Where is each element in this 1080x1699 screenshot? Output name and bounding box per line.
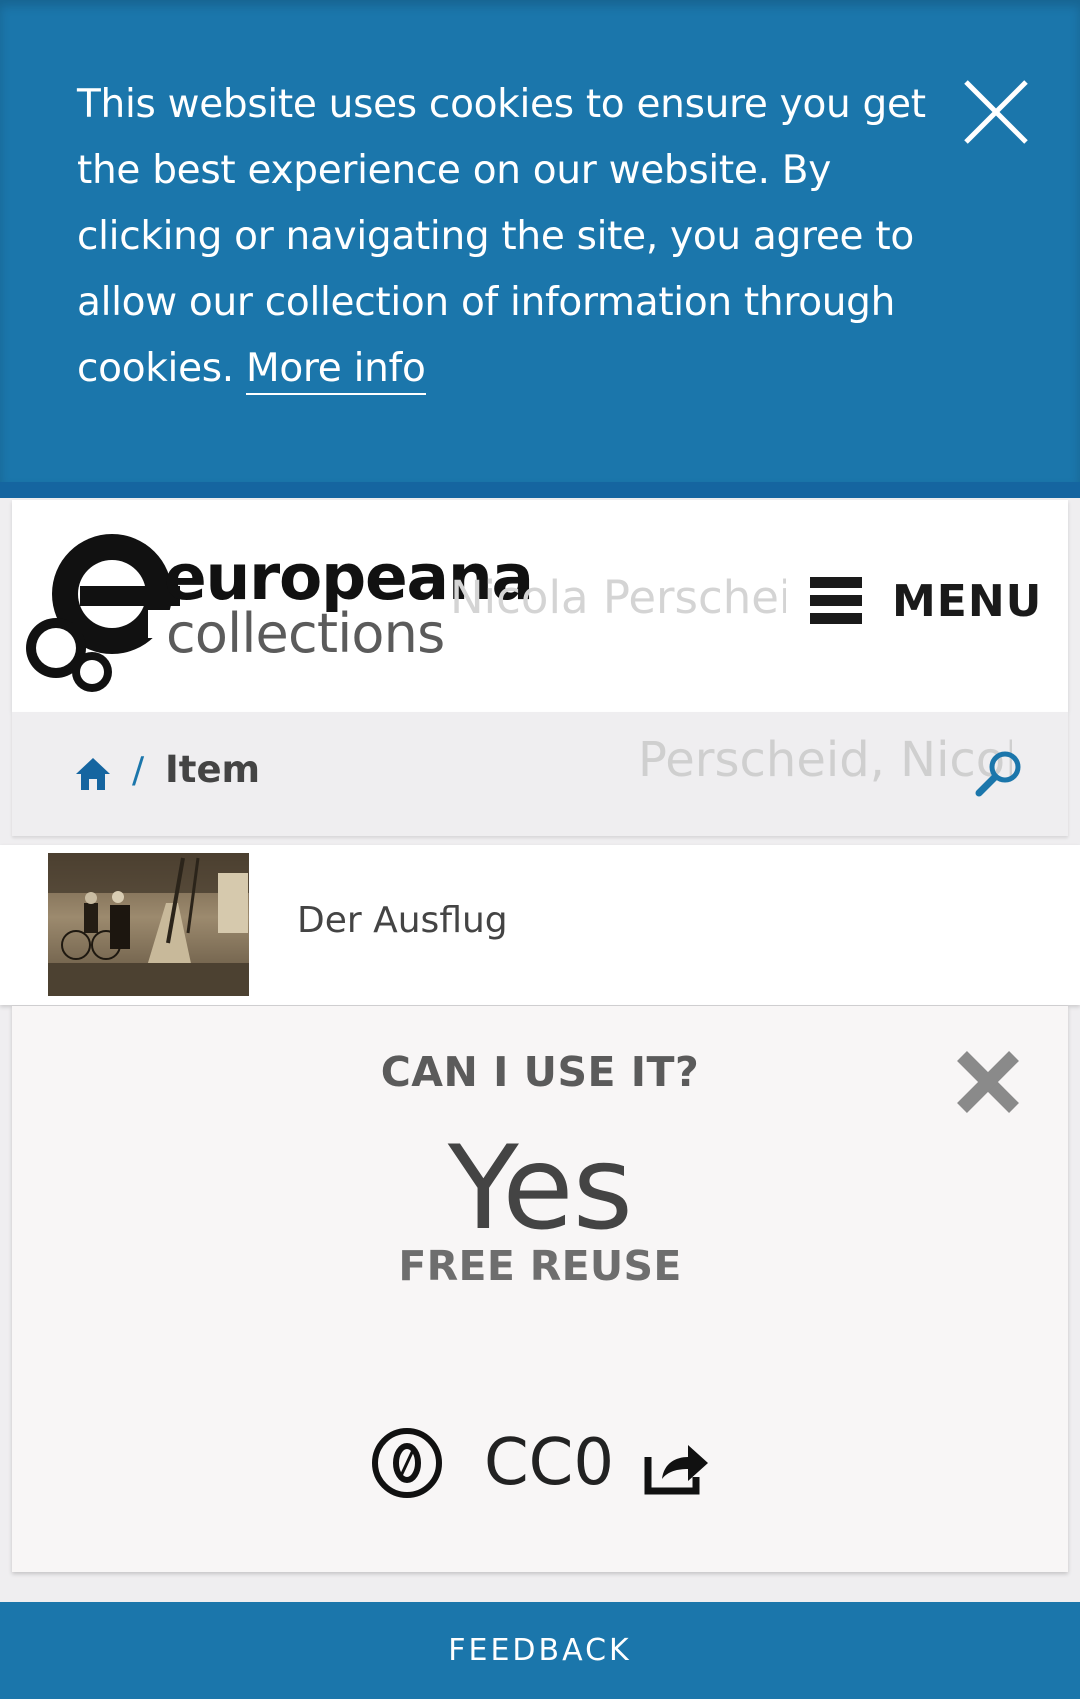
item-bar: Der Ausflug — [0, 845, 1080, 1005]
license-label[interactable]: CC0 — [484, 1426, 614, 1500]
home-icon[interactable] — [74, 756, 112, 792]
breadcrumb-separator: / — [132, 750, 145, 791]
search-ghost-text: Perscheid, Nicola — [638, 732, 1012, 788]
hamburger-icon — [810, 577, 862, 624]
close-icon[interactable] — [960, 76, 1032, 148]
menu-label: MENU — [892, 575, 1043, 627]
site-header: europeana collections Nicola Perscheid M… — [12, 500, 1068, 712]
item-thumbnail[interactable] — [48, 853, 249, 996]
rights-panel: CAN I USE IT? Yes FREE REUSE CC0 — [12, 1006, 1068, 1572]
more-info-link[interactable]: More info — [246, 346, 426, 395]
cc0-icon — [371, 1428, 442, 1498]
license-row: CC0 — [12, 1418, 1068, 1508]
menu-button[interactable]: MENU — [810, 566, 1042, 636]
cookie-text: This website uses cookies to ensure you … — [77, 82, 926, 391]
breadcrumb: / Item Perscheid, Nicola — [12, 712, 1068, 836]
item-title[interactable]: Der Ausflug — [297, 900, 508, 941]
external-link-icon[interactable] — [644, 1439, 710, 1495]
europeana-logo-icon[interactable] — [20, 522, 180, 692]
feedback-button[interactable]: FEEDBACK — [0, 1602, 1080, 1699]
rights-question: CAN I USE IT? — [380, 1048, 700, 1096]
cookie-banner: This website uses cookies to ensure you … — [0, 0, 1080, 498]
cookie-message: This website uses cookies to ensure you … — [77, 72, 957, 402]
header-ghost-title: Nicola Perscheid — [450, 571, 786, 624]
rights-subtitle: FREE REUSE — [398, 1242, 682, 1290]
close-x-icon[interactable] — [952, 1046, 1024, 1118]
brand-subtitle[interactable]: collections — [166, 602, 445, 666]
breadcrumb-current: Item — [165, 748, 261, 791]
search-icon[interactable] — [974, 748, 1024, 798]
